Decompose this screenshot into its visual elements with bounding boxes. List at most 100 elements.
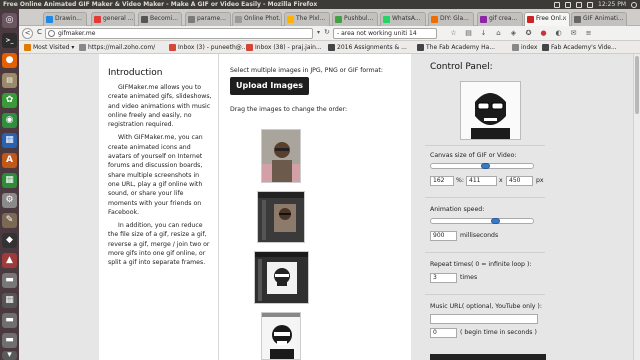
image-thumbnail[interactable]	[257, 191, 305, 243]
canvas-width-input[interactable]: 411	[466, 176, 497, 186]
image-thumbnail[interactable]	[261, 129, 301, 183]
extension-icon[interactable]: ◐	[554, 29, 563, 38]
chrome-icon[interactable]: ◉	[2, 113, 17, 128]
clock[interactable]: 12:25 PM	[598, 0, 626, 9]
browser-tab[interactable]: general ...	[91, 12, 135, 26]
bookmark-item[interactable]: Inbox (3) - puneeth@...	[169, 41, 247, 54]
shield-icon[interactable]: ◈	[509, 29, 518, 38]
bookmark-label: The Fab Academy Ha...	[426, 44, 496, 51]
tab-label: DIY: Gla...	[440, 15, 469, 22]
bw-portrait-preview-icon	[461, 82, 520, 139]
inkscape-icon[interactable]: ◆	[2, 233, 17, 248]
url-text: gifmaker.me	[58, 30, 96, 37]
bookmark-label: Inbox (38) - praj.jain...	[255, 44, 322, 51]
extension-icon[interactable]: ✉	[569, 29, 578, 38]
app-icon[interactable]: ▲	[2, 253, 17, 268]
favicon-icon	[141, 16, 148, 23]
volume-icon[interactable]	[587, 1, 593, 8]
repeat-input[interactable]: 3	[430, 273, 457, 283]
tab-label: general ...	[103, 15, 134, 22]
writer-icon[interactable]: ▦	[2, 133, 17, 148]
home-icon[interactable]: ⌂	[494, 29, 503, 38]
extension-icon[interactable]: ●	[539, 29, 548, 38]
bookmark-item[interactable]: 2016 Assignments & ...	[328, 41, 407, 54]
extension-icon[interactable]: ✪	[524, 29, 533, 38]
canvas-percent-input[interactable]: 162	[430, 176, 454, 186]
settings-icon[interactable]: ⚙	[2, 193, 17, 208]
terminal-icon[interactable]: >_	[2, 33, 17, 48]
back-button[interactable]: <	[22, 28, 33, 39]
keyboard-icon[interactable]	[565, 1, 571, 8]
image-thumbnail[interactable]	[254, 251, 309, 304]
begin-time-input[interactable]: 0	[430, 328, 457, 338]
slider-knob[interactable]	[481, 163, 490, 169]
canvas-height-input[interactable]: 450	[506, 176, 533, 186]
animation-speed-slider[interactable]	[430, 218, 534, 224]
upload-images-button[interactable]: Upload Images	[230, 77, 309, 95]
favicon-icon	[527, 16, 534, 23]
slider-knob[interactable]	[491, 218, 500, 224]
bookmark-icon	[246, 44, 253, 51]
percent-label: %:	[456, 177, 464, 184]
reload-button[interactable]: C	[34, 28, 45, 39]
trash-icon[interactable]: ▾	[2, 351, 17, 360]
impress-icon[interactable]: A	[2, 153, 17, 168]
bookmark-item[interactable]: The Fab Academy Ha...	[417, 41, 495, 54]
image-thumbnail[interactable]	[261, 312, 301, 360]
browser-tab[interactable]: Free Onl... ×	[524, 12, 570, 26]
bookmark-item[interactable]: Fab Academy's Vide...	[542, 41, 617, 54]
speed-input[interactable]: 900	[430, 231, 457, 241]
page-scrollbar[interactable]	[633, 54, 640, 360]
menu-icon[interactable]: ≡	[584, 29, 593, 38]
browser-tab[interactable]: Online Phot...	[232, 12, 282, 26]
network-icon[interactable]	[554, 1, 560, 8]
disk-icon[interactable]: ▬	[2, 333, 17, 348]
bookmark-item[interactable]: Most Visited ▾	[24, 41, 74, 54]
bookmark-item[interactable]: https://mail.zoho.com/	[79, 41, 155, 54]
favicon-icon	[94, 16, 101, 23]
screenshot-thumbnail-icon	[255, 252, 308, 303]
ubuntu-dash-icon[interactable]: ◎	[2, 13, 17, 28]
browser-tab[interactable]: Drawin...	[43, 12, 87, 26]
search-bar[interactable]: - area not working uniti 14	[333, 28, 437, 39]
files-icon[interactable]: ▤	[2, 73, 17, 88]
power-icon[interactable]	[631, 1, 637, 8]
reading-list-icon[interactable]: ▤	[464, 29, 473, 38]
favicon-icon	[574, 16, 581, 23]
browser-tab[interactable]: WhatsA...	[380, 12, 426, 26]
software-center-icon[interactable]: ✿	[2, 93, 17, 108]
site-info-icon[interactable]	[48, 30, 55, 37]
battery-icon[interactable]	[576, 1, 582, 8]
close-tab-icon[interactable]: ×	[562, 13, 567, 25]
music-url-input[interactable]	[430, 314, 538, 324]
star-icon[interactable]: ☆	[449, 29, 458, 38]
disk-icon[interactable]: ▬	[2, 313, 17, 328]
canvas-size-slider[interactable]	[430, 163, 534, 169]
favicon-icon	[480, 16, 487, 23]
url-bar[interactable]: gifmaker.me	[45, 28, 313, 39]
firefox-icon[interactable]: ●	[2, 53, 17, 68]
browser-tab[interactable]: parame...	[185, 12, 231, 26]
browser-tab[interactable]: Pushbul...	[332, 12, 378, 26]
intro-paragraph: GIFMaker.me allows you to create animate…	[108, 84, 212, 129]
bookmark-item[interactable]: Inbox (38) - praj.jain...	[246, 41, 322, 54]
scrollbar-thumb[interactable]	[635, 56, 639, 114]
tab-label: Drawin...	[55, 15, 82, 22]
workspace-icon[interactable]: ▦	[2, 293, 17, 308]
download-icon[interactable]: ↓	[479, 29, 488, 38]
browser-tab[interactable]: GIF Animati...	[571, 12, 627, 26]
bookmark-item[interactable]: index	[512, 41, 537, 54]
browser-tab[interactable]: Becomi...	[138, 12, 182, 26]
reload-url-icon[interactable]: ↻	[324, 28, 330, 36]
create-gif-button[interactable]	[430, 354, 546, 360]
disk-icon[interactable]: ▬	[2, 273, 17, 288]
browser-tab[interactable]: gif crea...	[477, 12, 523, 26]
app-launcher: ◎ >_ ● ▤ ✿ ◉ ▦ A ▦ ⚙ ✎ ◆ ▲ ▬ ▦ ▬ ▬ ▾	[0, 9, 19, 360]
gimp-icon[interactable]: ✎	[2, 213, 17, 228]
divider	[425, 197, 545, 198]
favicon-icon	[287, 16, 294, 23]
dropdown-arrow-icon[interactable]: ▾	[317, 29, 320, 36]
browser-tab[interactable]: DIY: Gla...	[428, 12, 474, 26]
browser-tab[interactable]: The Pixl...	[284, 12, 330, 26]
calc-icon[interactable]: ▦	[2, 173, 17, 188]
